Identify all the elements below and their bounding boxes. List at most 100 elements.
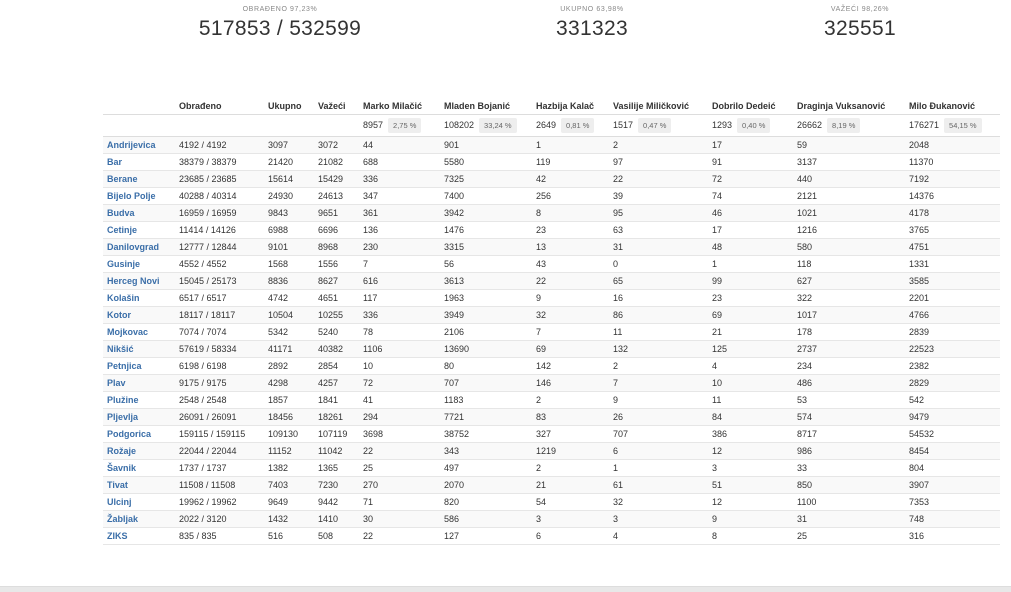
candidate-total-value: 1517 <box>613 120 634 130</box>
table-cell: 65 <box>609 272 708 290</box>
table-cell: 4651 <box>314 289 359 307</box>
municipality-link[interactable]: Kotor <box>103 306 175 324</box>
municipality-link[interactable]: Budva <box>103 204 175 222</box>
table-cell: 127 <box>440 527 532 545</box>
table-cell: 22044 / 22044 <box>175 442 264 460</box>
municipality-link[interactable]: Kolašin <box>103 289 175 307</box>
table-cell: 8627 <box>314 272 359 290</box>
municipality-link[interactable]: Podgorica <box>103 425 175 443</box>
column-header[interactable]: Hazbija Kalač <box>532 91 609 115</box>
stat-total-value: 331323 <box>556 17 628 40</box>
municipality-link[interactable]: Plužine <box>103 391 175 409</box>
municipality-link[interactable]: Ulcinj <box>103 493 175 511</box>
table-cell: 22523 <box>905 340 1000 358</box>
table-cell: 8 <box>708 527 793 545</box>
table-cell: 4751 <box>905 238 1000 256</box>
table-cell: 7 <box>532 323 609 341</box>
table-cell: 83 <box>532 408 609 426</box>
column-header[interactable]: Važeći <box>314 91 359 115</box>
table-cell: 69 <box>708 306 793 324</box>
column-header[interactable]: Obrađeno <box>175 91 264 115</box>
municipality-link[interactable]: Nikšić <box>103 340 175 358</box>
totals-empty-cell <box>264 114 314 137</box>
table-cell: 3698 <box>359 425 440 443</box>
table-cell: 80 <box>440 357 532 375</box>
table-cell: 748 <box>905 510 1000 528</box>
column-header[interactable]: Marko Milačić <box>359 91 440 115</box>
candidate-percent-badge: 0,47 % <box>638 118 672 133</box>
summary-stats: OBRAĐENO 97,23% 517853 / 532599 UKUPNO 6… <box>0 0 1011 60</box>
table-cell: 1432 <box>264 510 314 528</box>
column-header[interactable]: Milo Đukanović <box>905 91 1000 115</box>
candidate-percent-badge: 54,15 % <box>944 118 982 133</box>
table-cell: 25 <box>359 459 440 477</box>
municipality-link[interactable]: Danilovgrad <box>103 238 175 256</box>
municipality-link[interactable]: Gusinje <box>103 255 175 273</box>
column-header[interactable]: Vasilije Miličković <box>609 91 708 115</box>
table-cell: 2 <box>609 357 708 375</box>
column-header[interactable]: Dobrilo Dedeić <box>708 91 793 115</box>
table-cell: 586 <box>440 510 532 528</box>
table-cell: 18456 <box>264 408 314 426</box>
table-row: Cetinje 11414 / 14126 6988 6696 136 1476 23 63 1… <box>103 221 1000 239</box>
table-cell: 41 <box>359 391 440 409</box>
column-header[interactable]: Draginja Vuksanović <box>793 91 905 115</box>
table-cell: 39 <box>609 187 708 205</box>
municipality-link[interactable]: Bijelo Polje <box>103 187 175 205</box>
municipality-link[interactable]: Plav <box>103 374 175 392</box>
table-cell: 1017 <box>793 306 905 324</box>
table-cell: 22 <box>359 442 440 460</box>
municipality-link[interactable]: Rožaje <box>103 442 175 460</box>
municipality-link[interactable]: Mojkovac <box>103 323 175 341</box>
municipality-link[interactable]: Herceg Novi <box>103 272 175 290</box>
table-cell: 9 <box>708 510 793 528</box>
table-cell: 7353 <box>905 493 1000 511</box>
municipality-link[interactable]: ZIKS <box>103 527 175 545</box>
table-cell: 5240 <box>314 323 359 341</box>
table-cell: 23 <box>532 221 609 239</box>
table-cell: 336 <box>359 170 440 188</box>
table-cell: 4 <box>609 527 708 545</box>
table-cell: 820 <box>440 493 532 511</box>
table-cell: 16 <box>609 289 708 307</box>
municipality-link[interactable]: Andrijevica <box>103 136 175 154</box>
municipality-link[interactable]: Šavnik <box>103 459 175 477</box>
municipality-link[interactable]: Petnjica <box>103 357 175 375</box>
table-cell: 31 <box>793 510 905 528</box>
candidate-percent-badge: 2,75 % <box>388 118 422 133</box>
column-header[interactable] <box>103 91 175 115</box>
table-cell: 850 <box>793 476 905 494</box>
stat-valid: VAŽEĆI 98,26% 325551 <box>740 6 980 41</box>
municipality-link[interactable]: Cetinje <box>103 221 175 239</box>
municipality-link[interactable]: Berane <box>103 170 175 188</box>
table-cell: 2854 <box>314 357 359 375</box>
table-row: ZIKS 835 / 835 516 508 22 127 6 4 8 25 316 <box>103 527 1000 545</box>
table-cell: 1 <box>532 136 609 154</box>
column-header[interactable]: Ukupno <box>264 91 314 115</box>
table-cell: 118 <box>793 255 905 273</box>
table-cell: 336 <box>359 306 440 324</box>
table-cell: 1106 <box>359 340 440 358</box>
table-cell: 616 <box>359 272 440 290</box>
municipality-link[interactable]: Žabljak <box>103 510 175 528</box>
table-cell: 6 <box>532 527 609 545</box>
table-cell: 32 <box>609 493 708 511</box>
candidate-total-value: 8957 <box>363 120 384 130</box>
table-cell: 33 <box>793 459 905 477</box>
table-cell: 25 <box>793 527 905 545</box>
municipality-link[interactable]: Bar <box>103 153 175 171</box>
table-cell: 26091 / 26091 <box>175 408 264 426</box>
table-cell: 4742 <box>264 289 314 307</box>
table-cell: 497 <box>440 459 532 477</box>
table-cell: 4178 <box>905 204 1000 222</box>
candidate-total-cell: 26662 8,19 % <box>793 114 905 137</box>
stat-processed-value: 517853 / 532599 <box>198 17 362 40</box>
table-cell: 8836 <box>264 272 314 290</box>
municipality-link[interactable]: Tivat <box>103 476 175 494</box>
municipality-link[interactable]: Pljevlja <box>103 408 175 426</box>
table-cell: 11370 <box>905 153 1000 171</box>
table-cell: 9101 <box>264 238 314 256</box>
candidate-total-value: 1293 <box>712 120 733 130</box>
table-cell: 1 <box>609 459 708 477</box>
column-header[interactable]: Mladen Bojanić <box>440 91 532 115</box>
